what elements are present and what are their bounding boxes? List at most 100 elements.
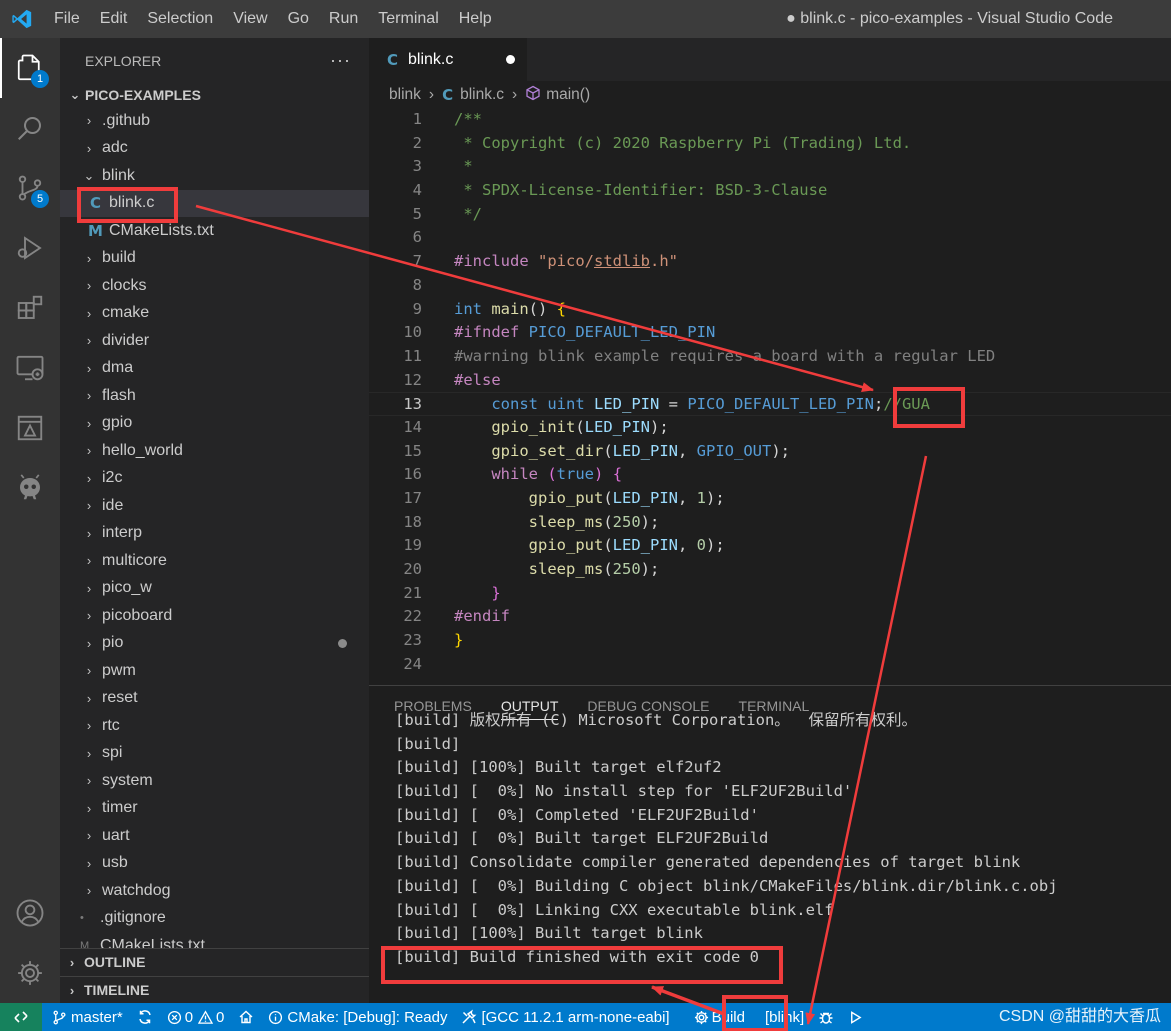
code-token: gpio_put [528, 536, 604, 555]
tree-folder-item[interactable]: ⌄ blink [60, 162, 369, 190]
menu-item-go[interactable]: Go [278, 0, 319, 38]
code-token: } [491, 583, 501, 602]
tree-file-item[interactable]: Cblink.c [60, 189, 369, 217]
code-line[interactable]: 13 const uint LED_PIN = PICO_DEFAULT_LED… [369, 392, 1171, 416]
line-number: 23 [403, 631, 422, 650]
search-icon[interactable] [0, 98, 60, 158]
menu-item-view[interactable]: View [223, 0, 277, 38]
code-line[interactable]: 10 #ifndef PICO_DEFAULT_LED_PIN [369, 321, 1171, 345]
tree-folder-item[interactable]: › multicore [60, 547, 369, 575]
code-line[interactable]: 19 gpio_put(LED_PIN, 0); [369, 534, 1171, 558]
tree-folder-item[interactable]: › pio [60, 630, 369, 658]
code-line[interactable]: 18 sleep_ms(250); [369, 511, 1171, 535]
code-editor[interactable]: 1 /** 2 * Copyright (c) 2020 Raspberry Pi … [369, 108, 1171, 677]
code-line[interactable]: 23} [369, 629, 1171, 653]
tree-folder-item[interactable]: › pico_w [60, 575, 369, 603]
menu-item-terminal[interactable]: Terminal [368, 0, 448, 38]
menu-item-file[interactable]: File [44, 0, 90, 38]
code-line[interactable]: 16 while (true) { [369, 463, 1171, 487]
code-line[interactable]: 21 } [369, 582, 1171, 606]
cmake-icon[interactable] [0, 398, 60, 458]
tree-folder-item[interactable]: › ide [60, 492, 369, 520]
tree-folder-item[interactable]: › flash [60, 382, 369, 410]
accounts-icon[interactable] [0, 883, 60, 943]
breadcrumb-symbol[interactable]: main() [546, 86, 590, 104]
tree-folder-item[interactable]: › adc [60, 135, 369, 163]
code-line[interactable]: 22 #endif [369, 605, 1171, 629]
tree-folder-item[interactable]: › i2c [60, 465, 369, 493]
code-line[interactable]: 4 * SPDX-License-Identifier: BSD-3-Claus… [369, 179, 1171, 203]
more-actions-button[interactable]: ··· [330, 50, 351, 71]
output-view: [build] 版权所有 (C) Microsoft Corporation。 … [395, 709, 1155, 989]
timeline-section-header[interactable]: › TIMELINE [60, 976, 369, 1003]
tree-folder-item[interactable]: › pwm [60, 657, 369, 685]
workspace-section-header[interactable]: ⌄ PICO-EXAMPLES [60, 83, 369, 107]
platformio-icon[interactable] [0, 458, 60, 518]
debug-button[interactable] [811, 1003, 841, 1031]
problems-item[interactable]: 0 0 [160, 1003, 232, 1031]
remote-explorer-icon[interactable] [0, 338, 60, 398]
tree-folder-item[interactable]: › system [60, 767, 369, 795]
run-debug-icon[interactable] [0, 218, 60, 278]
tree-folder-item[interactable]: › watchdog [60, 877, 369, 905]
code-line[interactable]: 20 sleep_ms(250); [369, 558, 1171, 582]
bug-icon [819, 1012, 833, 1024]
tree-folder-item[interactable]: › gpio [60, 410, 369, 438]
tree-folder-item[interactable]: › divider [60, 327, 369, 355]
tab-blink-c[interactable]: C blink.c [369, 38, 527, 81]
breadcrumb-folder[interactable]: blink [389, 86, 421, 104]
tree-folder-item[interactable]: › dma [60, 355, 369, 383]
home-button[interactable] [231, 1003, 261, 1031]
tree-folder-item[interactable]: › rtc [60, 712, 369, 740]
code-line[interactable]: 17 gpio_put(LED_PIN, 1); [369, 487, 1171, 511]
menu-item-edit[interactable]: Edit [90, 0, 138, 38]
tree-file-item[interactable]: • .gitignore [60, 905, 369, 933]
tree-file-item[interactable]: M CMakeLists.txt [60, 217, 369, 245]
tree-folder-item[interactable]: › clocks [60, 272, 369, 300]
code-line[interactable]: 7 #include "pico/stdlib.h" [369, 250, 1171, 274]
manage-gear-icon[interactable] [0, 943, 60, 1003]
unsaved-dot-icon[interactable] [506, 55, 515, 64]
tree-folder-item[interactable]: › reset [60, 685, 369, 713]
tree-folder-item[interactable]: › usb [60, 850, 369, 878]
extensions-icon[interactable] [0, 278, 60, 338]
sync-button[interactable] [130, 1003, 160, 1031]
menu-item-help[interactable]: Help [449, 0, 502, 38]
menu-item-run[interactable]: Run [319, 0, 368, 38]
tree-folder-item[interactable]: › picoboard [60, 602, 369, 630]
code-line[interactable]: 6 [369, 226, 1171, 250]
breadcrumb-file[interactable]: blink.c [460, 86, 504, 104]
tree-folder-item[interactable]: › build [60, 245, 369, 273]
tree-folder-item[interactable]: › timer [60, 795, 369, 823]
code-line[interactable]: 9 int main() { [369, 298, 1171, 322]
code-line[interactable]: 8 [369, 274, 1171, 298]
tree-folder-item[interactable]: › interp [60, 520, 369, 548]
cmake-status-item[interactable]: CMake: [Debug]: Ready [261, 1003, 454, 1031]
code-line[interactable]: 15 gpio_set_dir(LED_PIN, GPIO_OUT); [369, 440, 1171, 464]
source-control-icon[interactable]: 5 [0, 158, 60, 218]
code-token: ); [771, 441, 790, 460]
tree-folder-item[interactable]: › uart [60, 822, 369, 850]
tree-folder-item[interactable]: › spi [60, 740, 369, 768]
kit-item[interactable]: [GCC 11.2.1 arm-none-eabi] [454, 1003, 676, 1031]
code-line[interactable]: 24 [369, 653, 1171, 677]
target-item[interactable]: [blink] [758, 1003, 811, 1031]
code-line[interactable]: 11 #warning blink example requires a boar… [369, 345, 1171, 369]
tree-folder-item[interactable]: › .github [60, 107, 369, 135]
tree-folder-item[interactable]: › hello_world [60, 437, 369, 465]
branch-item[interactable]: master* [42, 1003, 130, 1031]
code-line[interactable]: 1 /** [369, 108, 1171, 132]
remote-indicator-icon[interactable] [0, 1003, 42, 1031]
code-line[interactable]: 3 * [369, 155, 1171, 179]
code-line[interactable]: 14 gpio_init(LED_PIN); [369, 416, 1171, 440]
run-button[interactable] [841, 1003, 870, 1031]
tree-folder-item[interactable]: › cmake [60, 300, 369, 328]
code-line[interactable]: 12 #else [369, 369, 1171, 393]
explorer-icon[interactable]: 1 [0, 38, 60, 98]
build-button[interactable]: Build [687, 1003, 752, 1031]
code-line[interactable]: 5 */ [369, 203, 1171, 227]
menu-item-selection[interactable]: Selection [137, 0, 223, 38]
outline-section-header[interactable]: › OUTLINE [60, 948, 369, 975]
code-line[interactable]: 2 * Copyright (c) 2020 Raspberry Pi (Tra… [369, 132, 1171, 156]
